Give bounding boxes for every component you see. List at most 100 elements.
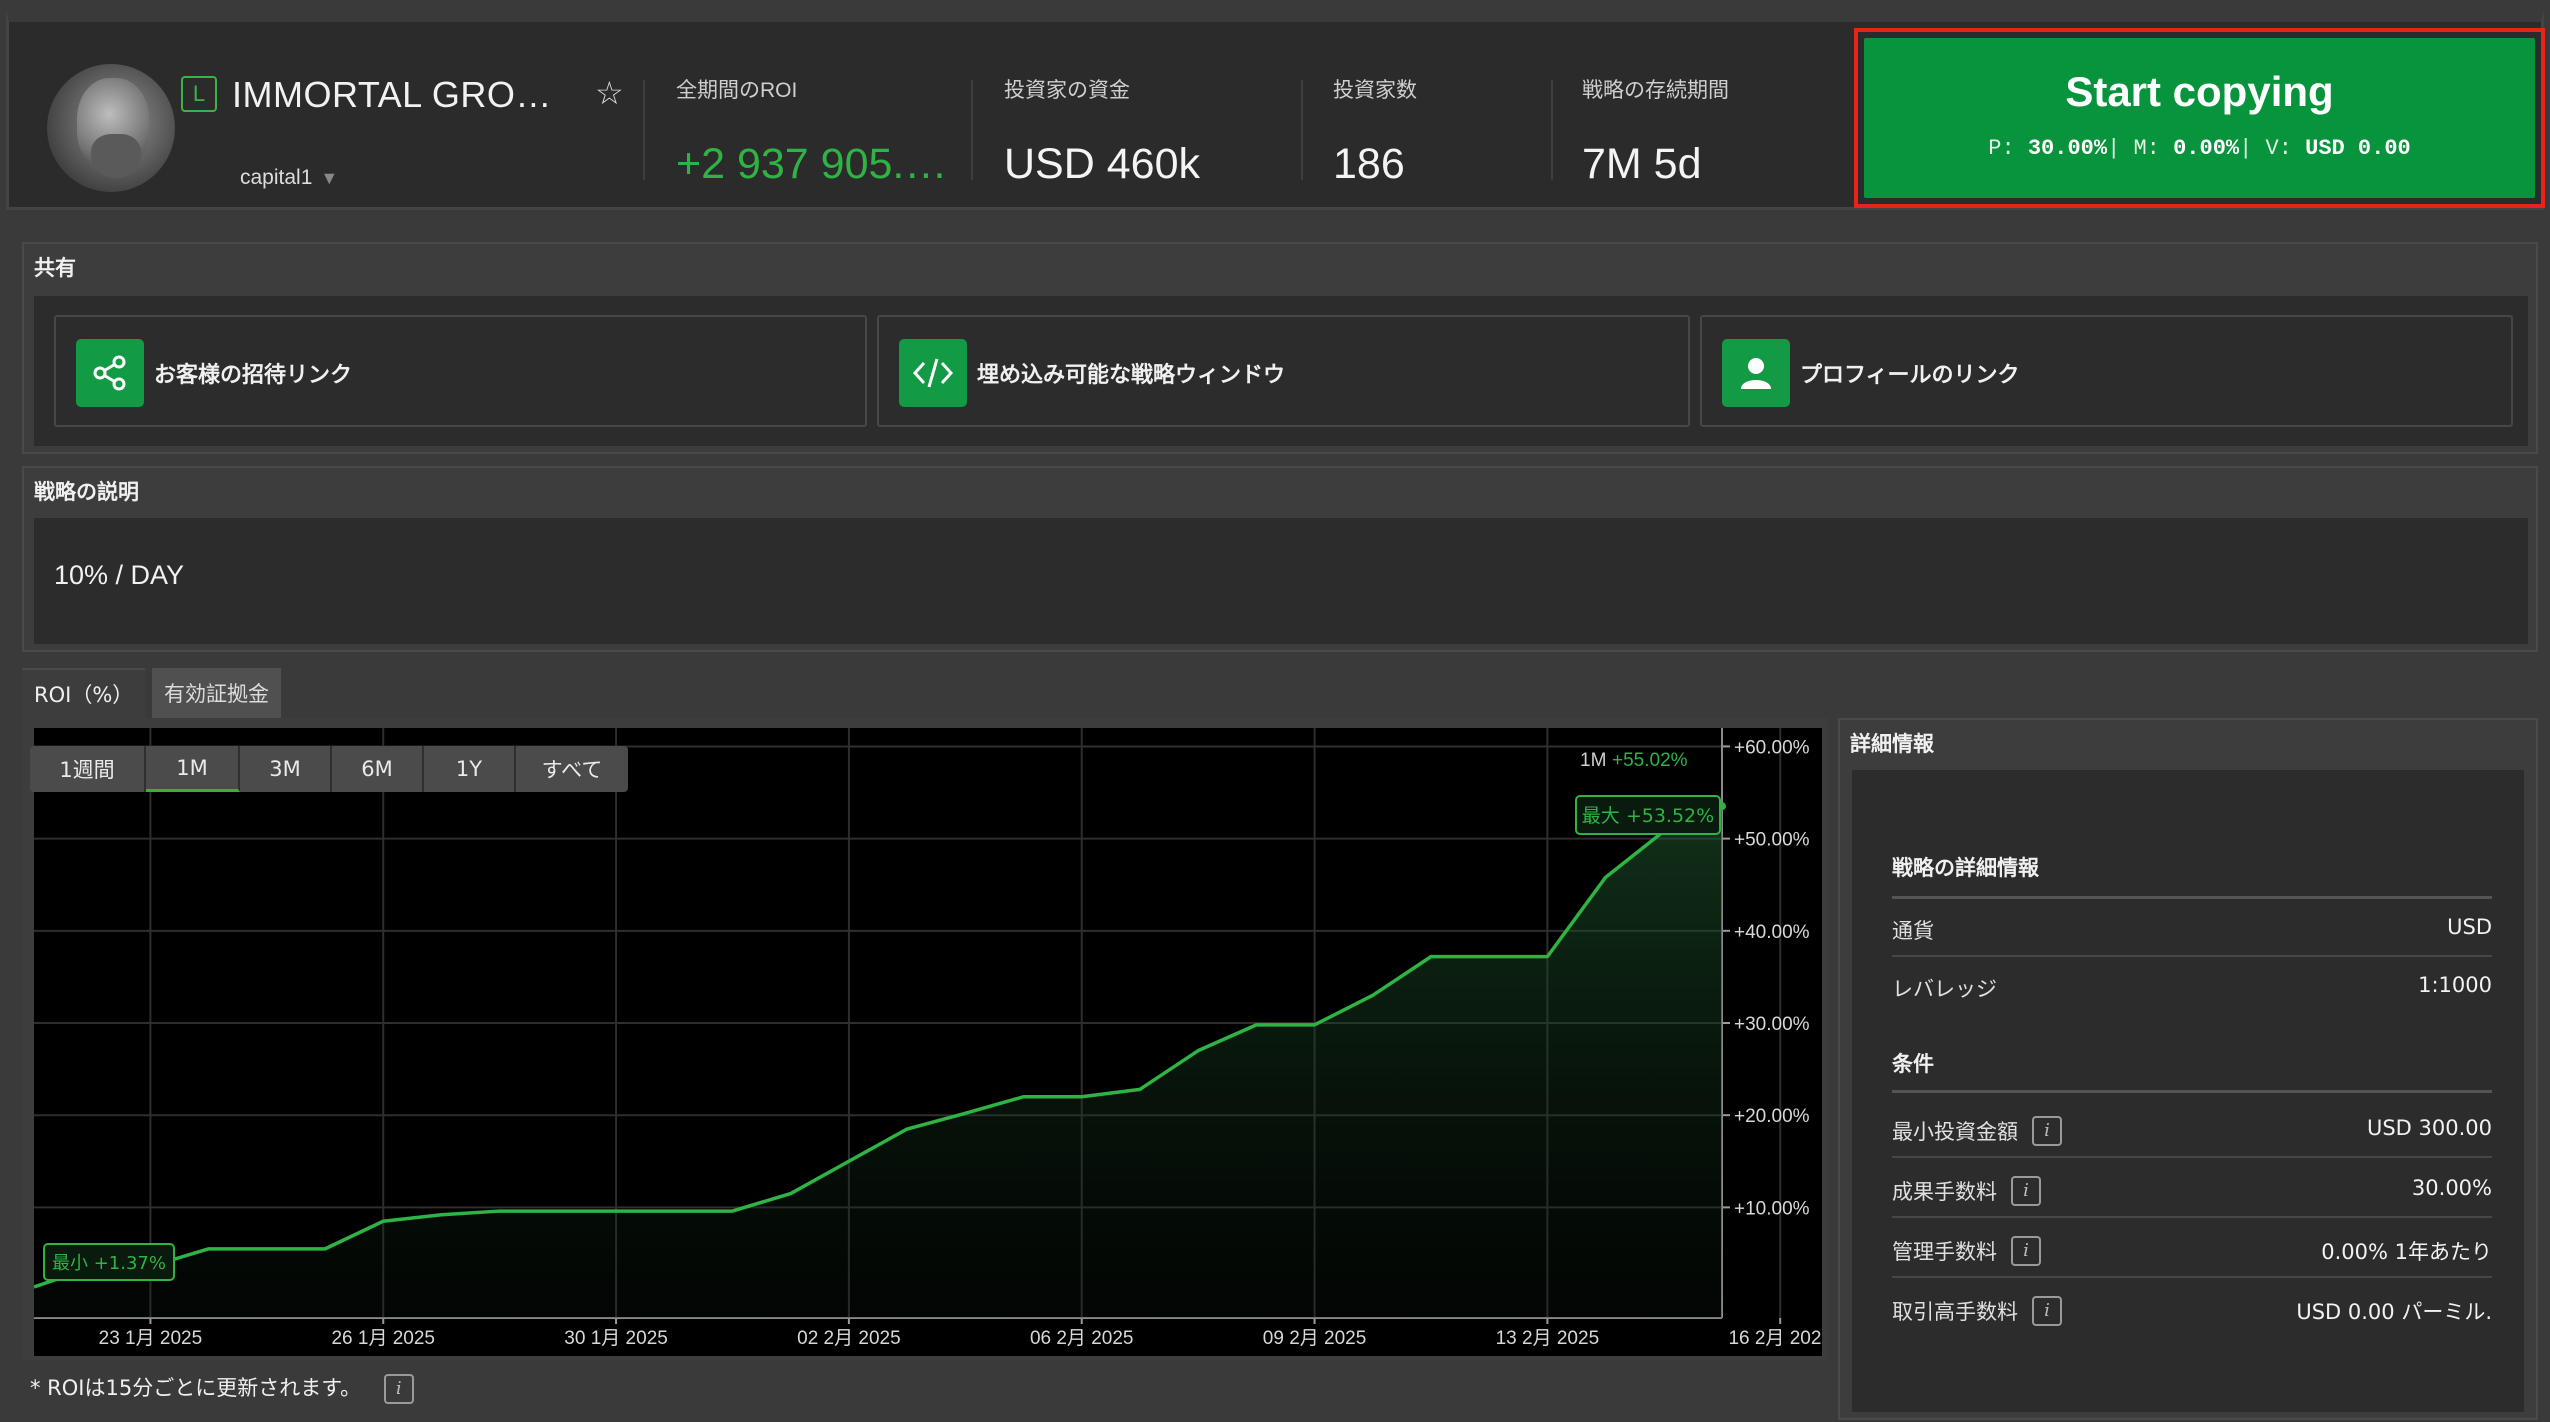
share-embed-label: 埋め込み可能な戦略ウィンドウ: [977, 363, 1286, 388]
info-icon[interactable]: i: [2032, 1296, 2062, 1326]
stat-age: 戦略の存続期間 7M 5d: [1582, 74, 1729, 189]
range-selector: 1週間 1M 3M 6M 1Y すべて: [30, 746, 628, 792]
start-copying-button[interactable]: Start copying P: 30.00%| M: 0.00%| V: US…: [1864, 38, 2535, 198]
stat-funds: 投資家の資金 USD 460k: [1004, 74, 1200, 189]
x-tick-label: 06 2月 2025: [1030, 1328, 1134, 1349]
stat-roi-value: +2 937 905.…: [676, 140, 948, 188]
description-title: 戦略の説明: [34, 481, 139, 504]
condition-value: 0.00% 1年あたり: [2321, 1240, 2492, 1264]
condition-value: USD 0.00 パーミル.: [2296, 1300, 2492, 1324]
x-tick-label: 09 2月 2025: [1263, 1328, 1367, 1349]
roi-chart: 23 1月 2025 26 1月 2025 30 1月 2025 02 2月 2025…: [34, 728, 1822, 1349]
roi-chart-panel: 23 1月 2025 26 1月 2025 30 1月 2025 02 2月 2025…: [22, 718, 1828, 1360]
stat-age-label: 戦略の存続期間: [1582, 79, 1729, 102]
start-copying-params: P: 30.00%| M: 0.00%| V: USD 0.00: [1988, 136, 2411, 161]
x-tick-label: 13 2月 2025: [1496, 1328, 1600, 1349]
detail-row-leverage: レバレッジ 1:1000: [1892, 957, 2492, 1015]
share-body: お客様の招待リンク 埋め込み可能な戦略ウィンドウ プロフィールのリンク: [34, 296, 2528, 446]
roi-chart-area: 23 1月 2025 26 1月 2025 30 1月 2025 02 2月 2025…: [34, 728, 1822, 1356]
min-label: 最小 +1.37%: [52, 1253, 166, 1274]
divider: [643, 80, 645, 180]
share-profile-label: プロフィールのリンク: [1800, 363, 2020, 388]
favorite-star-icon[interactable]: ☆: [595, 74, 624, 112]
info-icon[interactable]: i: [2011, 1236, 2041, 1266]
x-tick-label: 16 2月 2025: [1728, 1328, 1822, 1349]
range-1w-button[interactable]: 1週間: [30, 746, 146, 792]
stat-funds-value: USD 460k: [1004, 140, 1200, 188]
range-6m-button[interactable]: 6M: [332, 746, 424, 792]
x-tick-label: 30 1月 2025: [564, 1328, 668, 1349]
range-1y-button[interactable]: 1Y: [424, 746, 516, 792]
condition-key: 最小投資金額 i: [1892, 1116, 2062, 1146]
tab-roi[interactable]: ROI（%）: [22, 668, 146, 718]
condition-row-min-investment: 最小投資金額 i USD 300.00: [1892, 1100, 2492, 1158]
leverage-badge: L: [181, 76, 217, 112]
description-body: 10% / DAY: [34, 518, 2528, 644]
info-icon[interactable]: i: [2032, 1116, 2062, 1146]
stat-investors-value: 186: [1333, 140, 1405, 188]
y-tick-label: +40.00%: [1734, 922, 1810, 943]
x-tick-label: 02 2月 2025: [797, 1328, 901, 1349]
max-label: 最大 +53.52%: [1582, 805, 1714, 827]
stat-investors-label: 投資家数: [1333, 79, 1417, 102]
share-invite-link[interactable]: お客様の招待リンク: [54, 315, 867, 427]
condition-row-volume-fee: 取引高手数料 i USD 0.00 パーミル.: [1892, 1280, 2492, 1338]
stat-investors: 投資家数 186: [1333, 74, 1417, 189]
stat-roi-label: 全期間のROI: [676, 79, 798, 102]
y-tick-label: +10.00%: [1734, 1198, 1810, 1219]
divider: [1892, 1090, 2492, 1093]
y-tick-label: +30.00%: [1734, 1014, 1810, 1035]
share-icon: [76, 339, 144, 407]
divider: [1551, 80, 1553, 180]
share-panel: 共有 お客様の招待リンク 埋め込み可能な戦略ウィンドウ プロフィールのリンク: [22, 242, 2538, 454]
strategy-avatar[interactable]: [47, 64, 175, 192]
share-profile-link[interactable]: プロフィールのリンク: [1700, 315, 2513, 427]
start-copying-highlight: Start copying P: 30.00%| M: 0.00%| V: US…: [1854, 28, 2545, 208]
description-text: 10% / DAY: [54, 560, 185, 590]
x-tick-label: 26 1月 2025: [331, 1328, 435, 1349]
code-icon: [899, 339, 967, 407]
tab-margin[interactable]: 有効証拠金: [152, 668, 281, 718]
condition-row-management-fee: 管理手数料 i 0.00% 1年あたり: [1892, 1220, 2492, 1278]
conditions-title: 条件: [1892, 1052, 1934, 1076]
details-title: 詳細情報: [1850, 733, 1934, 756]
roi-footnote-text: * ROIは15分ごとに更新されます。: [30, 1376, 362, 1400]
condition-key: 管理手数料 i: [1892, 1236, 2041, 1266]
roi-footnote: * ROIは15分ごとに更新されます。 i: [30, 1372, 414, 1404]
strategy-details-title: 戦略の詳細情報: [1892, 856, 2039, 880]
detail-value: 1:1000: [2418, 973, 2492, 997]
condition-value: USD 300.00: [2366, 1116, 2492, 1140]
details-body: 戦略の詳細情報 通貨 USD レバレッジ 1:1000 条件 最小投資金額 i U…: [1852, 770, 2524, 1412]
strategy-name: IMMORTAL GRO…: [232, 74, 552, 115]
condition-key: 取引高手数料 i: [1892, 1296, 2062, 1326]
details-panel: 詳細情報 戦略の詳細情報 通貨 USD レバレッジ 1:1000 条件 最小投資…: [1838, 718, 2538, 1420]
description-panel: 戦略の説明 10% / DAY: [22, 466, 2538, 652]
account-name: capital1: [240, 166, 313, 189]
condition-row-performance-fee: 成果手数料 i 30.00%: [1892, 1160, 2492, 1218]
y-tick-label: +20.00%: [1734, 1106, 1810, 1127]
divider: [1301, 80, 1303, 180]
y-tick-label: +50.00%: [1734, 830, 1810, 851]
period-change: +55.02%: [1612, 750, 1688, 771]
info-icon[interactable]: i: [2011, 1176, 2041, 1206]
detail-key: 通貨: [1892, 919, 1934, 943]
y-tick-label: +60.00%: [1734, 737, 1810, 758]
detail-value: USD: [2447, 915, 2492, 939]
account-selector[interactable]: capital1 ▼: [240, 166, 338, 190]
user-icon: [1722, 339, 1790, 407]
x-tick-label: 23 1月 2025: [99, 1328, 203, 1349]
share-title: 共有: [34, 257, 76, 280]
range-3m-button[interactable]: 3M: [240, 746, 332, 792]
detail-key: レバレッジ: [1892, 977, 1997, 1001]
divider: [971, 80, 973, 180]
range-all-button[interactable]: すべて: [516, 746, 628, 792]
chevron-down-icon: ▼: [320, 168, 339, 188]
info-icon[interactable]: i: [383, 1374, 414, 1404]
stat-roi: 全期間のROI +2 937 905.…: [676, 74, 947, 189]
range-1m-button[interactable]: 1M: [146, 746, 240, 792]
stat-funds-label: 投資家の資金: [1004, 79, 1130, 102]
condition-key: 成果手数料 i: [1892, 1176, 2041, 1206]
share-embed-window[interactable]: 埋め込み可能な戦略ウィンドウ: [877, 315, 1690, 427]
condition-value: 30.00%: [2411, 1176, 2492, 1200]
share-invite-label: お客様の招待リンク: [154, 363, 353, 388]
